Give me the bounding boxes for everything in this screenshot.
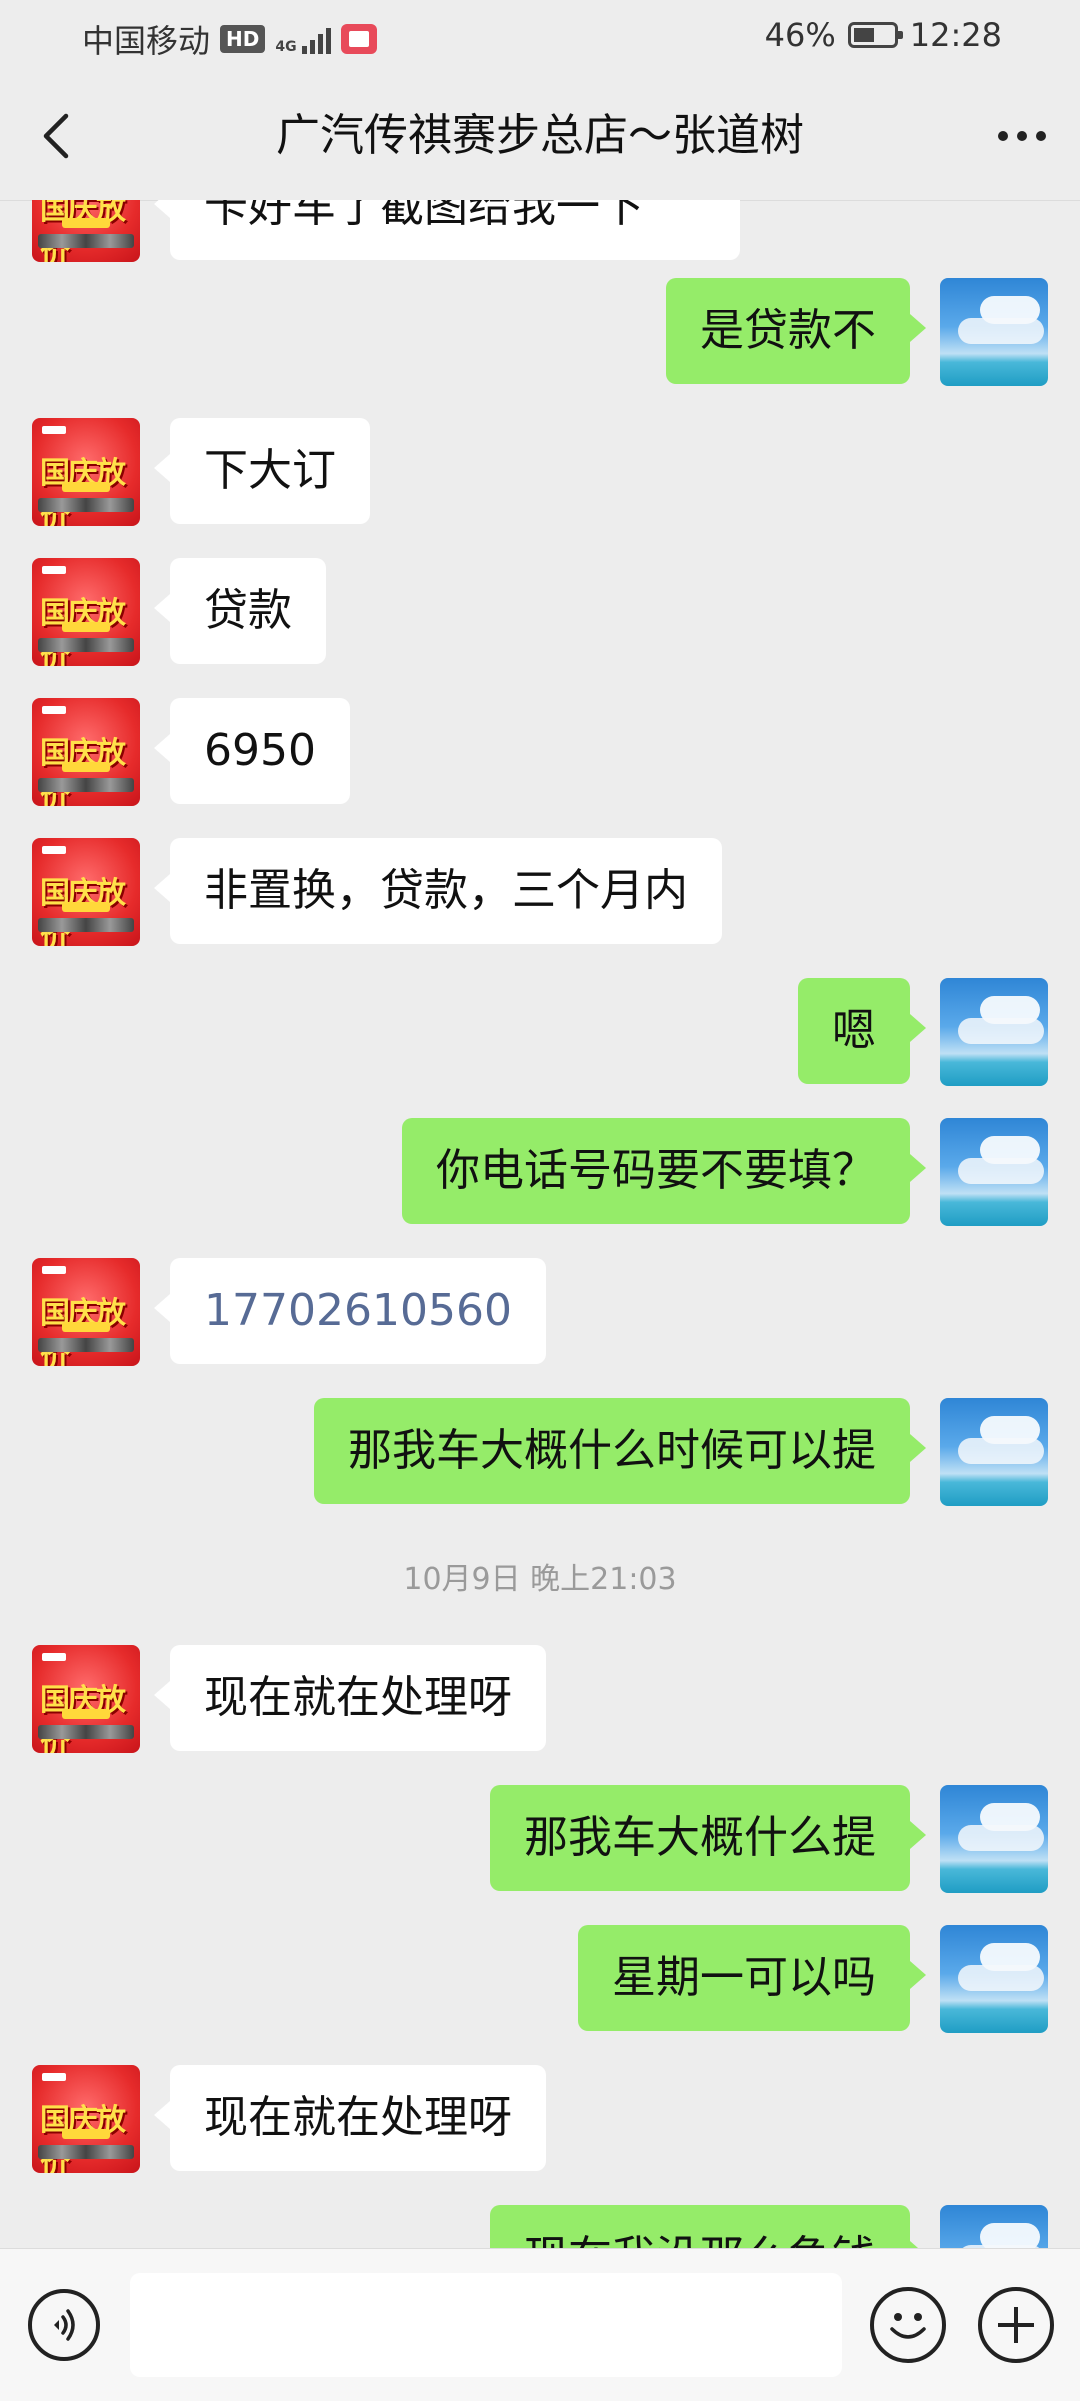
message-bubble[interactable]: 你电话号码要不要填？ — [402, 1118, 926, 1224]
message-bubble[interactable]: 现在我没那么急钱 — [490, 2205, 926, 2248]
my-avatar[interactable] — [940, 1118, 1048, 1226]
contact-avatar[interactable]: 国庆放价 — [32, 418, 140, 526]
message-bubble[interactable]: 那我车大概什么提 — [490, 1785, 926, 1891]
message-bubble[interactable]: 6950 — [154, 698, 350, 804]
my-avatar[interactable] — [940, 978, 1048, 1086]
chat-header: 广汽传祺赛步总店～张道树 — [0, 72, 1080, 201]
plus-icon[interactable] — [978, 2287, 1054, 2363]
carrier-label: 中国移动 — [82, 22, 211, 60]
my-avatar[interactable] — [940, 2205, 1048, 2248]
status-bar: 中国移动 HD 4G 46% 12:28 — [0, 0, 1080, 72]
message-bubble[interactable]: 那我车大概什么时候可以提 — [314, 1398, 926, 1504]
clock: 12:28 — [909, 16, 1002, 54]
voice-button[interactable] — [28, 2289, 100, 2361]
emoji-button[interactable] — [870, 2287, 946, 2363]
message-bubble[interactable]: 是贷款不 — [666, 278, 926, 384]
message-bubble[interactable]: 嗯 — [798, 978, 926, 1084]
emoji-icon — [890, 2313, 926, 2339]
battery-icon — [847, 22, 903, 48]
message-bubble[interactable]: 下大订 — [154, 418, 370, 524]
message-bubble[interactable]: 星期一可以吗 — [578, 1925, 926, 2031]
message-bubble[interactable]: 贷款 — [154, 558, 326, 664]
message-list[interactable]: 国庆放价 卡好车了截图给我一下 是贷款不 国庆放价 下大订 国庆放价 贷款 国庆… — [0, 200, 1080, 2248]
more-dots-icon[interactable] — [992, 108, 1052, 164]
back-button[interactable] — [30, 108, 86, 164]
contact-avatar[interactable]: 国庆放价 — [32, 1258, 140, 1366]
my-avatar[interactable] — [940, 1925, 1048, 2033]
chat-title: 广汽传祺赛步总店～张道树 — [276, 110, 804, 161]
signal-icon: 4G — [275, 24, 331, 55]
message-bubble[interactable]: 非置换，贷款，三个月内 — [154, 838, 722, 944]
my-avatar[interactable] — [940, 1398, 1048, 1506]
message-bubble[interactable]: 现在就在处理呀 — [154, 1645, 546, 1751]
input-bar — [0, 2248, 1080, 2401]
battery-percent: 46% — [764, 16, 836, 54]
contact-avatar[interactable]: 国庆放价 — [32, 698, 140, 806]
my-avatar[interactable] — [940, 1785, 1048, 1893]
hd-icon: HD — [220, 25, 266, 53]
message-bubble[interactable]: 现在就在处理呀 — [154, 2065, 546, 2171]
phone-number-link[interactable]: 17702610560 — [154, 1258, 546, 1364]
contact-avatar[interactable]: 国庆放价 — [32, 558, 140, 666]
network-label: 4G — [275, 39, 297, 55]
chevron-left-icon — [43, 113, 69, 159]
message-bubble[interactable]: 卡好车了截图给我一下 — [154, 200, 740, 260]
contact-avatar[interactable]: 国庆放价 — [32, 200, 140, 262]
contact-avatar[interactable]: 国庆放价 — [32, 838, 140, 946]
contact-avatar[interactable]: 国庆放价 — [32, 1645, 140, 1753]
voice-icon — [54, 2309, 75, 2341]
contact-avatar[interactable]: 国庆放价 — [32, 2065, 140, 2173]
my-avatar[interactable] — [940, 278, 1048, 386]
message-input[interactable] — [130, 2273, 842, 2377]
timestamp: 10月9日 晚上21:03 — [403, 1562, 677, 1597]
reader-app-icon — [340, 24, 377, 54]
